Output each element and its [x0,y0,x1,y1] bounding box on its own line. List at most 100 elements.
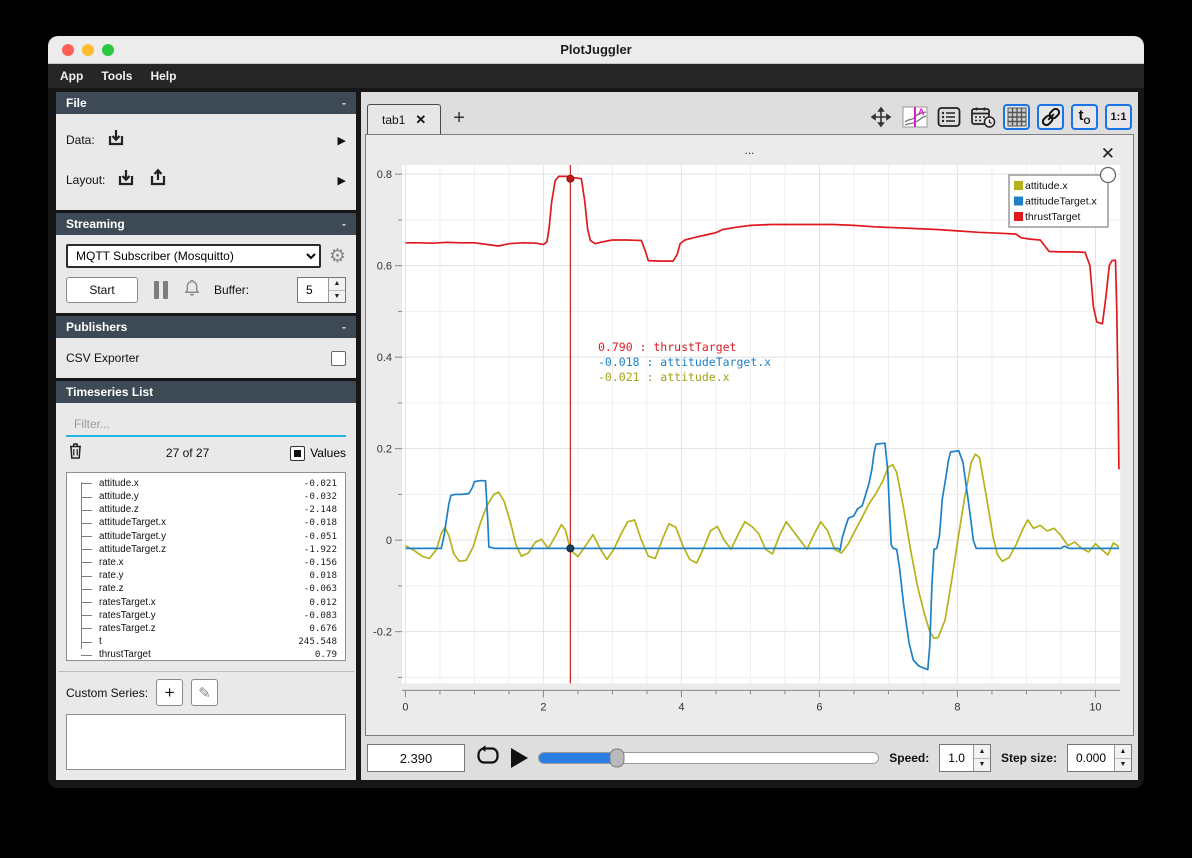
add-tab-button[interactable]: + [453,107,465,130]
timeseries-item[interactable]: ratesTarget.x 0.012 [75,595,341,608]
menu-tools[interactable]: Tools [101,69,132,83]
link-axes-icon[interactable] [1037,104,1064,130]
csv-exporter-row: CSV Exporter [56,338,356,378]
legend-label-attitude.x[interactable]: attitude.x [1025,180,1068,192]
timeseries-item[interactable]: attitude.z -2.148 [75,503,341,516]
series-name: attitude.z [99,504,139,516]
buffer-down-icon[interactable]: ▼ [329,290,345,302]
values-checkbox[interactable] [290,445,306,461]
legend-label-thrustTarget[interactable]: thrustTarget [1025,211,1081,223]
plot-area[interactable]: 0 2 4 6 8 10 -0.2 0 0.2 0.4 0.6 0.8 0.790 : thrustT… [366,159,1133,735]
series-count: 27 of 27 [165,446,210,461]
timeseries-item[interactable]: attitudeTarget.x -0.018 [75,516,341,529]
filter-input[interactable] [66,413,346,437]
pause-icon[interactable] [154,281,168,299]
timeseries-item[interactable]: attitude.y -0.032 [75,490,341,503]
timeseries-item[interactable]: ratesTarget.z 0.676 [75,622,341,635]
timeseries-item[interactable]: attitude.x -0.021 [75,477,341,490]
time-slider[interactable] [538,748,880,768]
legend-handle[interactable] [1099,166,1117,184]
plot-svg[interactable]: 0 2 4 6 8 10 -0.2 0 0.2 0.4 0.6 0.8 0.790 : thrustT… [366,159,1123,717]
timeseries-listbox[interactable]: attitude.x -0.021 attitude.y -0.032 attitude… [66,471,346,661]
import-data-icon[interactable] [105,127,127,154]
tab-close-icon[interactable]: ✕ [415,112,426,128]
pan-move-icon[interactable] [867,104,894,130]
notifications-bell-icon[interactable] [182,278,202,303]
speed-spinbox[interactable]: 1.0 ▲ ▼ [939,744,991,772]
speed-down-icon[interactable]: ▼ [973,758,990,771]
series-name: attitudeTarget.z [99,543,166,555]
time-offset-icon[interactable]: tO [1071,104,1098,130]
menu-help[interactable]: Help [150,69,176,83]
collapse-streaming-icon[interactable]: - [342,217,346,231]
svg-text:0.8: 0.8 [377,169,392,181]
buffer-up-icon[interactable]: ▲ [329,278,345,291]
svg-text:6: 6 [816,701,822,713]
ratio-one-to-one-icon[interactable]: 1:1 [1105,104,1132,130]
collapse-publishers-icon[interactable]: - [342,320,346,334]
datetime-icon[interactable] [969,104,996,130]
svg-text:0.4: 0.4 [377,352,392,364]
data-menu-arrow-icon[interactable]: ▶ [338,134,346,147]
add-custom-series-button[interactable]: + [156,679,184,707]
menu-app[interactable]: App [60,69,83,83]
series-name: ratesTarget.z [99,622,156,634]
list-view-icon[interactable] [935,104,962,130]
series-name: attitude.x [99,477,139,489]
svg-text:0.790 : thrustTarget: 0.790 : thrustTarget [598,340,736,354]
streaming-settings-gear-icon[interactable]: ⚙ [329,245,346,268]
edit-custom-series-button[interactable]: ✎ [191,679,219,707]
loop-icon[interactable] [475,744,501,773]
play-button[interactable] [511,748,528,768]
sidebar: File - Data: ▶ Layout: ▶ Streaming - MQT… [56,92,356,780]
tab-tab1[interactable]: tab1 ✕ [367,104,442,134]
timeseries-item[interactable]: attitudeTarget.z -1.922 [75,543,341,556]
timeseries-item[interactable]: rate.x -0.156 [75,556,341,569]
series-value: -0.156 [303,556,337,568]
plot-title[interactable]: ... [366,135,1133,159]
svg-text:2: 2 [540,701,546,713]
step-size-label: Step size: [1000,751,1057,765]
slider-fill [539,753,618,763]
grid-layout-icon[interactable] [1003,104,1030,130]
legend-label-attitudeTarget.x[interactable]: attitudeTarget.x [1025,196,1098,208]
import-layout-icon[interactable] [115,167,137,194]
slider-knob[interactable] [609,748,625,768]
step-down-icon[interactable]: ▼ [1115,758,1131,771]
timeseries-section-header[interactable]: Timeseries List [56,381,356,403]
svg-text:4: 4 [678,701,684,713]
step-up-icon[interactable]: ▲ [1115,745,1131,759]
custom-series-listbox[interactable] [66,714,346,771]
plot-close-icon[interactable]: ✕ [1101,145,1115,162]
collapse-file-icon[interactable]: - [342,96,346,110]
layout-menu-arrow-icon[interactable]: ▶ [338,174,346,187]
timeseries-item[interactable]: t 245.548 [75,635,341,648]
curve-tracker-icon[interactable]: A [901,104,928,130]
series-name: attitude.y [99,491,139,502]
buffer-spinbox[interactable]: 5 ▲ ▼ [297,277,346,303]
timeseries-item[interactable]: attitudeTarget.y -0.051 [75,529,341,542]
timeseries-section: Timeseries List 27 of 27 Values [56,381,356,780]
timeseries-item[interactable]: thrustTarget 0.79 [75,648,341,660]
delete-trash-icon[interactable] [66,441,85,466]
timeseries-item[interactable]: rate.y 0.018 [75,569,341,582]
publishers-section-header[interactable]: Publishers - [56,316,356,338]
step-size-spinbox[interactable]: 0.000 ▲ ▼ [1066,744,1132,772]
series-value: -0.083 [303,609,337,621]
custom-series-row: Custom Series: + ✎ [56,672,356,714]
start-button[interactable]: Start [66,277,138,303]
file-section-header[interactable]: File - [56,92,356,114]
streaming-section: Streaming - MQTT Subscriber (Mosquitto) … [56,213,356,313]
time-value-field[interactable]: 2.390 [367,744,465,772]
csv-exporter-checkbox[interactable] [331,350,346,366]
file-section: File - Data: ▶ Layout: ▶ [56,92,356,210]
streaming-source-select[interactable]: MQTT Subscriber (Mosquitto) [66,244,321,268]
speed-label: Speed: [889,751,930,765]
streaming-section-header[interactable]: Streaming - [56,213,356,235]
transport-bar: 2.390 Speed: 1.0 ▲ ▼ Step size: 0.000 ▲ … [365,736,1134,780]
series-name: attitudeTarget.y [99,530,166,542]
timeseries-item[interactable]: ratesTarget.y -0.083 [75,609,341,622]
speed-up-icon[interactable]: ▲ [973,745,990,759]
export-layout-icon[interactable] [147,167,169,194]
timeseries-item[interactable]: rate.z -0.063 [75,582,341,595]
